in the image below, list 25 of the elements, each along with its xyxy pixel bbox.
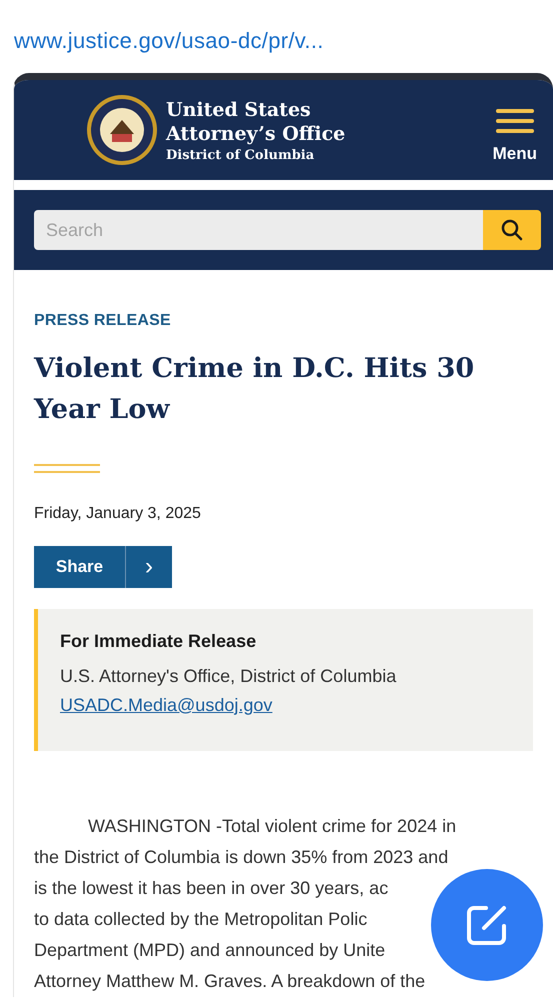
double-line-icon — [34, 464, 100, 474]
menu-button[interactable]: Menu — [492, 108, 537, 164]
article-title: Violent Crime in D.C. Hits 30 Year Low — [34, 352, 476, 427]
email-link[interactable]: USADC.Media@usdoj.gov — [60, 695, 272, 716]
search-button[interactable] — [483, 210, 541, 250]
seal-icon — [86, 94, 158, 166]
district-label: District of Columbia — [166, 148, 316, 162]
body-text-line: is the lowest it has been in over 30 years, ac — [34, 877, 388, 900]
share-button[interactable]: Share — [34, 546, 126, 588]
office-title: United States — [166, 98, 312, 122]
release-heading: For Immediate Release — [60, 631, 258, 652]
body-text-line: to data collected by the Metropolitan Polic — [34, 908, 368, 931]
body-text-line: the District of Columbia is down 35% from 2023 and — [34, 846, 448, 869]
publish-date: Friday, January 3, 2025 — [34, 505, 201, 522]
body-text-line: Attorney Matthew M. Graves. A breakdown of the — [34, 970, 426, 993]
search-field[interactable]: Search — [34, 210, 483, 250]
search-icon — [500, 218, 524, 242]
menu-icon — [496, 108, 534, 134]
category-label: PRESS RELEASE — [34, 312, 171, 329]
office-name: U.S. Attorney's Office, District of Columbia — [60, 666, 398, 687]
share-expand-button[interactable]: › — [126, 546, 172, 588]
url-text[interactable]: www.justice.gov/usao-dc/pr/v... — [14, 28, 324, 53]
body-text-line: Department (MPD) and announced by Unite — [34, 939, 386, 962]
body-text-line: WASHINGTON -Total violent crime for 2024 in — [87, 815, 456, 838]
office-subtitle: Attorney’s Office — [166, 122, 346, 146]
